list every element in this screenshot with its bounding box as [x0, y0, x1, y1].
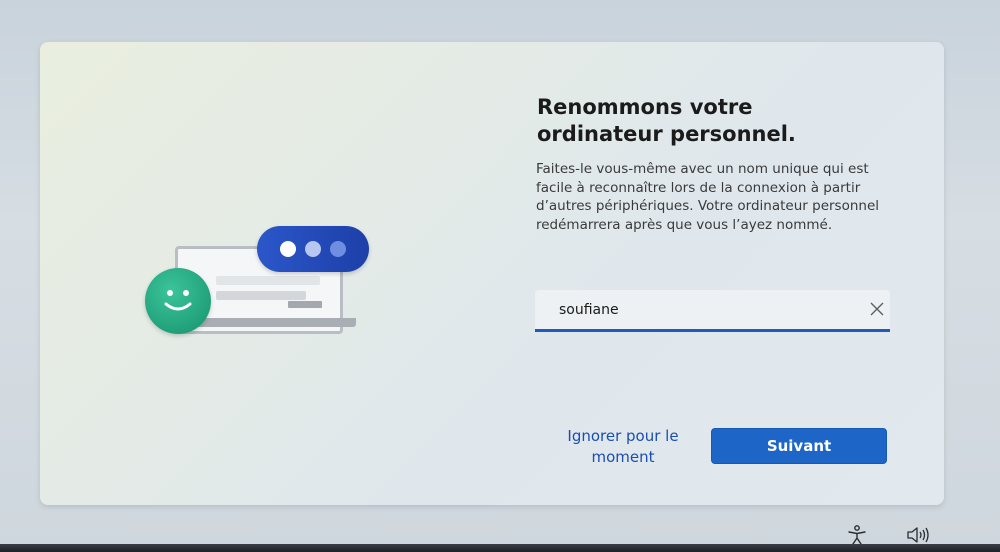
next-button[interactable]: Suivant: [711, 428, 887, 464]
pc-name-input[interactable]: [535, 290, 855, 329]
screen-bezel: [0, 544, 1000, 552]
rename-pc-illustration: [145, 222, 370, 342]
smiley-icon: [145, 268, 211, 334]
chat-bubble-icon: [257, 226, 369, 272]
laptop-screen-line: [216, 276, 320, 285]
laptop-screen-button: [288, 301, 322, 308]
chat-dot: [305, 241, 321, 257]
setup-dialog: Renommons votre ordinateur personnel. Fa…: [40, 42, 944, 505]
page-title: Renommons votre ordinateur personnel.: [537, 95, 796, 146]
chat-dot: [280, 241, 296, 257]
skip-link[interactable]: Ignorer pour le moment: [550, 426, 696, 468]
close-icon[interactable]: [866, 298, 888, 320]
laptop-screen-line: [216, 291, 306, 300]
chat-dot: [330, 241, 346, 257]
pc-name-field[interactable]: [535, 290, 890, 332]
page-description: Faites-le vous-même avec un nom unique q…: [536, 161, 880, 233]
